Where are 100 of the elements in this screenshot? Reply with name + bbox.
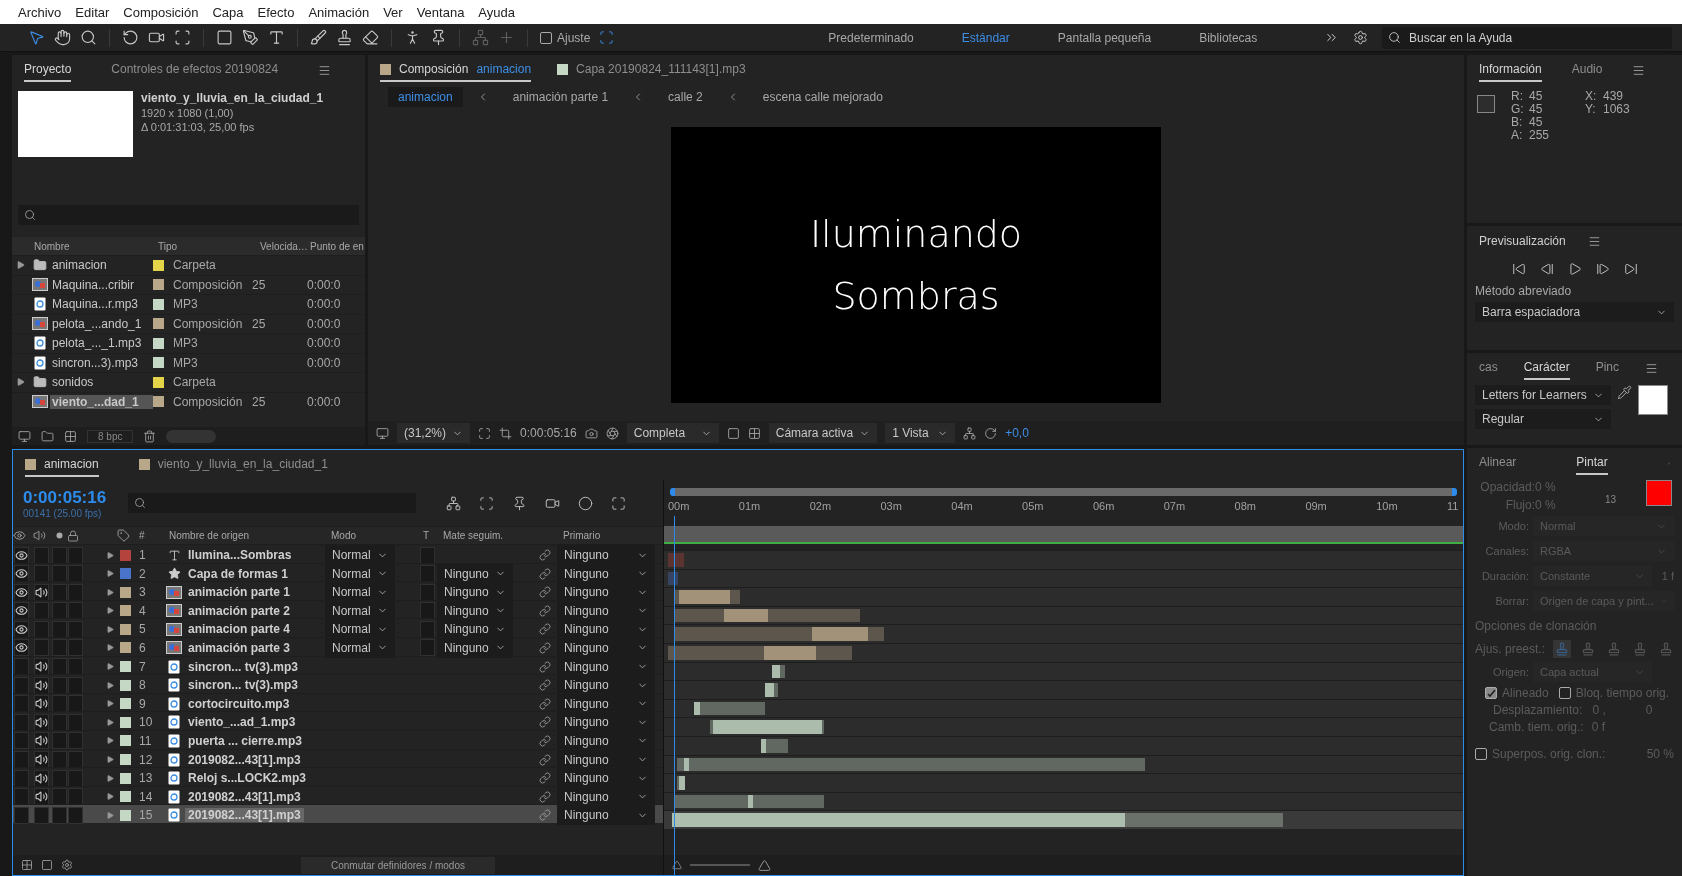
column-header[interactable]: Nombre de origen bbox=[163, 530, 325, 541]
mode-dropdown[interactable]: Normal bbox=[325, 619, 395, 640]
camera-dropdown[interactable]: Cámara activa bbox=[768, 423, 878, 443]
region-icon[interactable] bbox=[726, 426, 740, 440]
bit-depth-button[interactable]: 8 bpc bbox=[87, 429, 134, 443]
project-item[interactable]: viento_...dad_1 bbox=[50, 394, 153, 409]
expand-arrow-icon[interactable] bbox=[106, 681, 114, 689]
menu-item[interactable]: Composición bbox=[123, 4, 199, 20]
audio-toggle[interactable] bbox=[34, 676, 49, 694]
shortcut-dropdown[interactable]: Barra espaciadora bbox=[1475, 302, 1674, 322]
lock-toggle[interactable] bbox=[68, 732, 83, 750]
rotate-tool-icon[interactable] bbox=[122, 29, 139, 46]
column-header[interactable]: # bbox=[133, 530, 163, 541]
expand-arrow-icon[interactable] bbox=[106, 700, 114, 708]
sync-settings-icon[interactable] bbox=[1353, 30, 1368, 45]
visibility-toggle[interactable] bbox=[14, 676, 29, 694]
layer-bar[interactable] bbox=[674, 794, 824, 809]
preserve-transparency-toggle[interactable] bbox=[419, 639, 435, 657]
font-dropdown[interactable]: Letters for Learners bbox=[1475, 385, 1611, 405]
hand-tool-icon[interactable] bbox=[54, 29, 71, 46]
parent-dropdown[interactable]: Ninguno bbox=[557, 656, 655, 677]
menu-icon[interactable] bbox=[1587, 234, 1601, 248]
layer-bar[interactable] bbox=[771, 664, 780, 679]
expand-arrow-icon[interactable] bbox=[106, 737, 114, 745]
pick-whip-icon[interactable] bbox=[539, 549, 551, 561]
column-header[interactable]: Nombre bbox=[12, 240, 155, 252]
panel-tab[interactable]: Proyecto bbox=[24, 58, 72, 82]
preserve-transparency-toggle[interactable] bbox=[419, 583, 435, 601]
visibility-toggle[interactable] bbox=[14, 732, 29, 750]
visibility-toggle[interactable] bbox=[14, 639, 29, 657]
layer-name[interactable]: sincron... tv(3).mp3 bbox=[185, 678, 302, 693]
parent-dropdown[interactable]: Ninguno bbox=[557, 619, 655, 640]
selection-tool-icon[interactable] bbox=[28, 29, 45, 46]
audio-toggle[interactable] bbox=[34, 639, 49, 657]
panel-tab[interactable]: animacion bbox=[25, 453, 99, 477]
parent-dropdown[interactable]: Ninguno bbox=[557, 768, 655, 789]
checkbox[interactable] bbox=[540, 31, 552, 44]
layer-name[interactable]: 2019082...43[1].mp3 bbox=[185, 808, 304, 823]
track-matte-dropdown[interactable]: Ninguno bbox=[437, 637, 513, 658]
pick-whip-icon[interactable] bbox=[539, 790, 551, 803]
expand-arrow-icon[interactable] bbox=[106, 811, 114, 819]
panel-tab[interactable]: Capa 20190824_111143[1].mp3 bbox=[557, 58, 746, 82]
project-item[interactable]: pelota_..._1.mp3 bbox=[50, 336, 153, 351]
font-style-dropdown[interactable]: Regular bbox=[1475, 409, 1611, 429]
clone-stamp-tool-icon[interactable] bbox=[336, 29, 353, 46]
track-matte-dropdown[interactable]: Ninguno bbox=[437, 582, 513, 603]
trash-icon[interactable] bbox=[143, 429, 157, 443]
panel-tab[interactable]: Audio bbox=[1571, 58, 1603, 82]
zoom-tool-icon[interactable] bbox=[80, 29, 97, 46]
solo-toggle[interactable] bbox=[52, 806, 67, 824]
visibility-toggle[interactable] bbox=[14, 583, 29, 601]
breadcrumb[interactable]: calle 2 bbox=[658, 87, 713, 107]
help-search-field[interactable]: Buscar en la Ayuda bbox=[1382, 26, 1672, 49]
parent-dropdown[interactable]: Ninguno bbox=[557, 805, 655, 826]
project-item[interactable]: sonidos bbox=[50, 375, 153, 390]
fill-color[interactable] bbox=[1637, 385, 1668, 415]
panel-tab[interactable]: Controles de efectos 20190824 bbox=[111, 58, 279, 82]
project-item[interactable]: Maquina...r.mp3 bbox=[50, 297, 153, 312]
breadcrumb[interactable]: escena calle mejorado bbox=[752, 87, 893, 107]
project-item[interactable]: animacion bbox=[50, 258, 153, 273]
parent-dropdown[interactable]: Ninguno bbox=[557, 730, 655, 751]
visibility-toggle[interactable] bbox=[14, 620, 29, 638]
type-tool-icon[interactable] bbox=[268, 29, 285, 46]
layer-name[interactable]: animacion parte 4 bbox=[185, 622, 294, 637]
project-item[interactable]: sincron...3).mp3 bbox=[50, 355, 153, 370]
parent-dropdown[interactable]: Ninguno bbox=[557, 563, 655, 584]
expand-arrow-icon[interactable] bbox=[106, 644, 114, 652]
pick-whip-icon[interactable] bbox=[539, 586, 551, 599]
mode-dropdown[interactable]: Normal bbox=[325, 600, 395, 621]
eyedropper-icon[interactable] bbox=[1616, 385, 1632, 400]
transparency-grid-icon[interactable] bbox=[747, 426, 761, 440]
layer-name[interactable]: Ilumina...Sombras bbox=[185, 548, 295, 562]
expand-arrow-icon[interactable] bbox=[106, 663, 114, 671]
panel-tab[interactable]: Carácter bbox=[1523, 356, 1570, 380]
lock-toggle[interactable] bbox=[68, 620, 83, 638]
layer-bar[interactable] bbox=[668, 553, 684, 567]
last-frame-icon[interactable] bbox=[1623, 262, 1638, 276]
expand-arrow-icon[interactable] bbox=[106, 551, 114, 559]
preserve-transparency-toggle[interactable] bbox=[419, 620, 435, 638]
layer-name[interactable]: Capa de formas 1 bbox=[185, 566, 292, 581]
lock-toggle[interactable] bbox=[68, 639, 83, 657]
expand-arrow-icon[interactable] bbox=[106, 625, 114, 633]
menu-item[interactable]: Archivo bbox=[18, 4, 62, 20]
pick-whip-icon[interactable] bbox=[539, 604, 551, 617]
lock-toggle[interactable] bbox=[68, 769, 83, 787]
track-matte-dropdown[interactable]: Ninguno bbox=[437, 619, 513, 640]
parent-dropdown[interactable]: Ninguno bbox=[557, 693, 655, 714]
workspace-tab[interactable]: Pantalla pequeña bbox=[1057, 30, 1152, 45]
current-time[interactable]: 0:00:05:16 bbox=[23, 487, 107, 508]
panel-tab[interactable]: Información bbox=[1479, 58, 1542, 82]
column-header[interactable]: Punto de en bbox=[307, 240, 365, 252]
column-header[interactable]: Velocida… bbox=[257, 240, 307, 252]
exposure-value[interactable]: +0,0 bbox=[1005, 426, 1029, 440]
layer-name[interactable]: animación parte 2 bbox=[185, 603, 294, 618]
monitor-icon[interactable] bbox=[376, 426, 389, 440]
menu-icon[interactable] bbox=[1645, 361, 1659, 375]
menu-item[interactable]: Animación bbox=[308, 4, 370, 20]
menu-icon[interactable] bbox=[1632, 63, 1646, 77]
pick-whip-icon[interactable] bbox=[539, 660, 551, 673]
crop-icon[interactable] bbox=[499, 426, 513, 440]
